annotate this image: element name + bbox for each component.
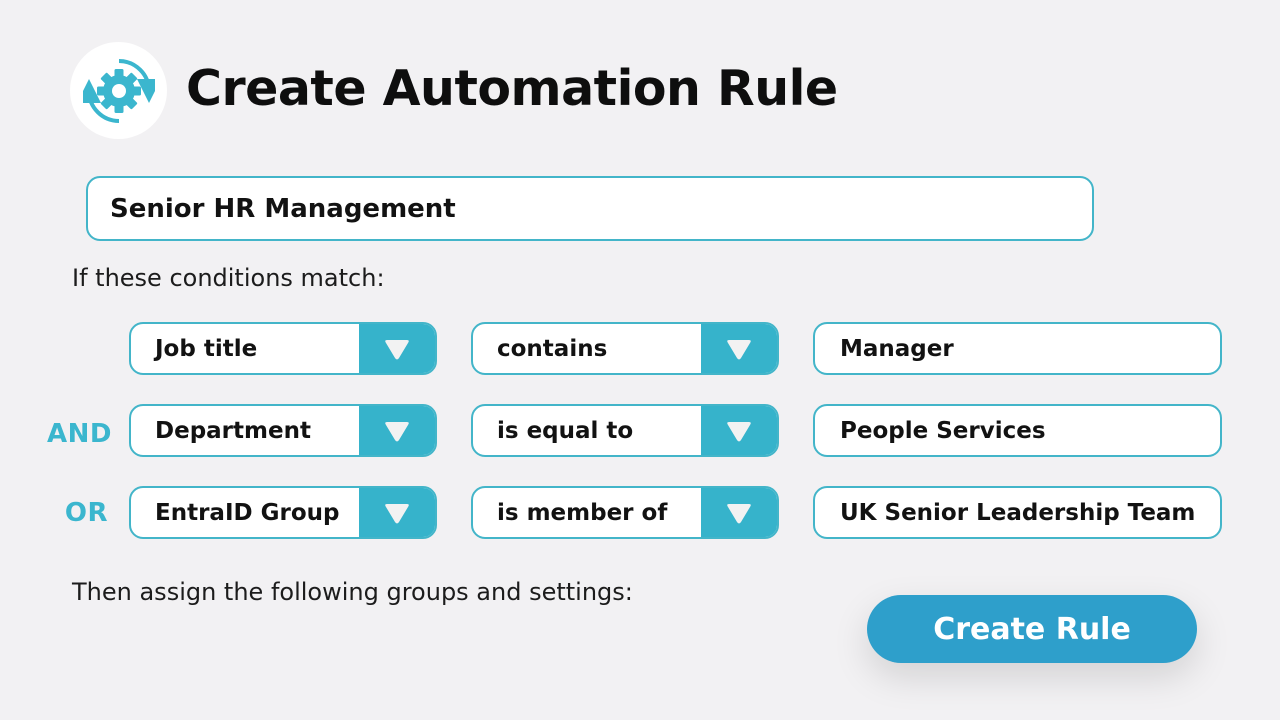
create-rule-button[interactable]: Create Rule [867, 595, 1197, 663]
condition-2-value-text: People Services [840, 417, 1046, 444]
gear-sync-icon [82, 58, 155, 123]
condition-3-value-text: UK Senior Leadership Team [840, 499, 1196, 526]
condition-2-value-field[interactable]: People Services [813, 404, 1222, 457]
condition-1-operator-value: contains [497, 335, 608, 362]
chevron-down-icon[interactable] [359, 324, 435, 373]
assign-label: Then assign the following groups and set… [72, 578, 633, 606]
condition-3-operator-value: is member of [497, 499, 668, 526]
condition-1-operator-select[interactable]: contains [471, 322, 779, 375]
condition-1-value-text: Manager [840, 335, 954, 362]
chevron-down-icon[interactable] [359, 488, 435, 537]
rule-name-input[interactable] [86, 176, 1094, 241]
conditions-label: If these conditions match: [72, 264, 385, 292]
condition-2-field-select[interactable]: Department [129, 404, 437, 457]
condition-1-value-field[interactable]: Manager [813, 322, 1222, 375]
condition-3-logic-label: OR [64, 498, 108, 528]
condition-3-field-value: EntraID Group [155, 499, 340, 526]
condition-2-operator-select[interactable]: is equal to [471, 404, 779, 457]
condition-2-logic-label: AND [47, 419, 112, 449]
condition-1-field-value: Job title [155, 335, 258, 362]
chevron-down-icon[interactable] [359, 406, 435, 455]
condition-3-value-field[interactable]: UK Senior Leadership Team [813, 486, 1222, 539]
condition-3-field-select[interactable]: EntraID Group [129, 486, 437, 539]
chevron-down-icon[interactable] [701, 406, 777, 455]
app-logo [70, 42, 167, 139]
condition-2-field-value: Department [155, 417, 311, 444]
page-title: Create Automation Rule [186, 60, 838, 117]
chevron-down-icon[interactable] [701, 488, 777, 537]
condition-3-operator-select[interactable]: is member of [471, 486, 779, 539]
condition-1-field-select[interactable]: Job title [129, 322, 437, 375]
condition-2-operator-value: is equal to [497, 417, 634, 444]
chevron-down-icon[interactable] [701, 324, 777, 373]
